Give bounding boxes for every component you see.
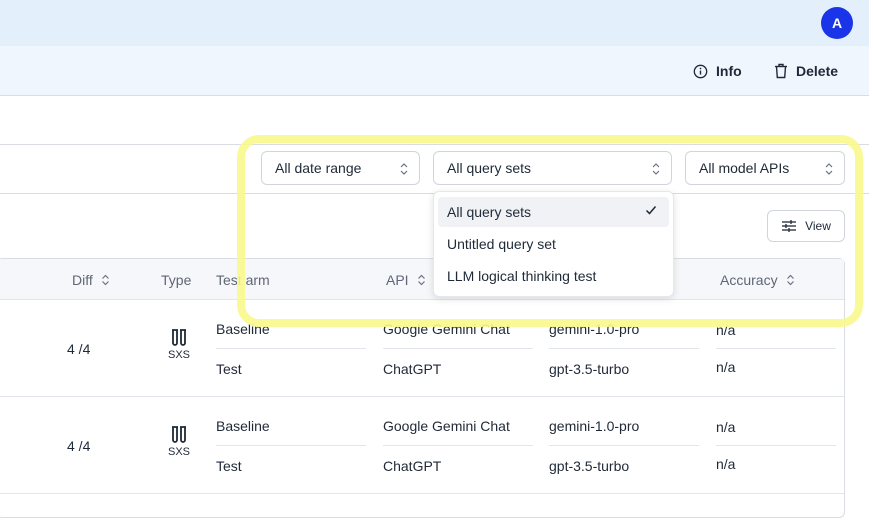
delete-label: Delete bbox=[796, 63, 839, 79]
query-set-dropdown: All query sets Untitled query set LLM lo… bbox=[433, 191, 674, 297]
dropdown-option-untitled-query-set[interactable]: Untitled query set bbox=[438, 229, 669, 259]
diff-value: 4 /4 bbox=[67, 438, 91, 454]
sliders-icon bbox=[782, 220, 797, 232]
model-cell: gpt-3.5-turbo bbox=[549, 458, 630, 474]
api-cell: Google Gemini Chat bbox=[383, 321, 510, 337]
chevron-updown-icon bbox=[825, 163, 833, 175]
delete-button[interactable]: Delete bbox=[774, 61, 838, 81]
divider bbox=[383, 445, 533, 446]
row-divider bbox=[0, 396, 844, 397]
model-cell: gemini-1.0-pro bbox=[549, 321, 640, 337]
api-cell: Google Gemini Chat bbox=[383, 418, 510, 434]
option-label: LLM logical thinking test bbox=[447, 268, 597, 284]
type-label: SXS bbox=[168, 446, 191, 458]
view-button[interactable]: View bbox=[767, 210, 845, 242]
query-set-value: All query sets bbox=[447, 160, 532, 176]
test-arm-cell: Test bbox=[216, 361, 242, 377]
query-set-select[interactable]: All query sets bbox=[433, 151, 672, 185]
info-icon bbox=[693, 64, 708, 78]
api-cell: ChatGPT bbox=[383, 458, 442, 474]
model-cell: gpt-3.5-turbo bbox=[549, 361, 630, 377]
user-avatar[interactable]: A bbox=[821, 7, 853, 39]
divider bbox=[716, 348, 836, 349]
model-cell: gemini-1.0-pro bbox=[549, 418, 640, 434]
column-header-api[interactable]: API bbox=[386, 272, 426, 288]
divider bbox=[549, 348, 699, 349]
accuracy-cell: n/a bbox=[716, 359, 736, 375]
model-api-value: All model APIs bbox=[699, 160, 790, 176]
row-divider bbox=[0, 493, 844, 494]
option-label: All query sets bbox=[447, 204, 532, 220]
info-button[interactable]: Info bbox=[693, 61, 742, 81]
action-bar: Info Delete bbox=[0, 46, 869, 96]
column-label: Test arm bbox=[216, 272, 270, 288]
divider bbox=[716, 445, 836, 446]
column-label: Type bbox=[161, 272, 192, 288]
accuracy-cell: n/a bbox=[716, 419, 736, 435]
dropdown-option-llm-logical-thinking-test[interactable]: LLM logical thinking test bbox=[438, 261, 669, 291]
test-tubes-icon bbox=[172, 329, 186, 346]
accuracy-cell: n/a bbox=[716, 456, 736, 472]
divider bbox=[216, 445, 366, 446]
view-label: View bbox=[805, 219, 831, 233]
test-arm-cell: Baseline bbox=[216, 321, 270, 337]
sort-icon bbox=[786, 274, 794, 286]
column-label: Accuracy bbox=[720, 272, 778, 288]
test-arm-cell: Test bbox=[216, 458, 242, 474]
type-cell: SXS bbox=[168, 425, 190, 458]
column-header-diff[interactable]: Diff bbox=[72, 272, 110, 288]
dropdown-option-all-query-sets[interactable]: All query sets bbox=[438, 197, 669, 227]
model-api-select[interactable]: All model APIs bbox=[685, 151, 845, 185]
diff-value: 4 /4 bbox=[67, 341, 91, 357]
sort-icon bbox=[101, 274, 109, 286]
date-range-value: All date range bbox=[275, 160, 362, 176]
type-label: SXS bbox=[168, 349, 191, 361]
column-header-accuracy[interactable]: Accuracy bbox=[720, 272, 795, 288]
option-label: Untitled query set bbox=[447, 236, 556, 252]
divider bbox=[0, 144, 869, 145]
trash-icon bbox=[775, 63, 787, 79]
checkmark-icon bbox=[645, 206, 657, 215]
chevron-updown-icon bbox=[652, 163, 660, 175]
column-label: API bbox=[386, 272, 409, 288]
sort-icon bbox=[417, 274, 425, 286]
date-range-select[interactable]: All date range bbox=[261, 151, 420, 185]
top-bar: A bbox=[0, 0, 869, 46]
column-header-type: Type bbox=[161, 272, 191, 288]
divider bbox=[549, 445, 699, 446]
info-label: Info bbox=[716, 63, 742, 79]
accuracy-cell: n/a bbox=[716, 322, 736, 338]
type-cell: SXS bbox=[168, 328, 190, 361]
divider bbox=[216, 348, 366, 349]
divider bbox=[383, 348, 533, 349]
test-arm-cell: Baseline bbox=[216, 418, 270, 434]
column-header-test-arm: Test arm bbox=[216, 272, 270, 288]
chevron-updown-icon bbox=[400, 163, 408, 175]
column-label: Diff bbox=[72, 272, 93, 288]
api-cell: ChatGPT bbox=[383, 361, 442, 377]
test-tubes-icon bbox=[172, 426, 186, 443]
